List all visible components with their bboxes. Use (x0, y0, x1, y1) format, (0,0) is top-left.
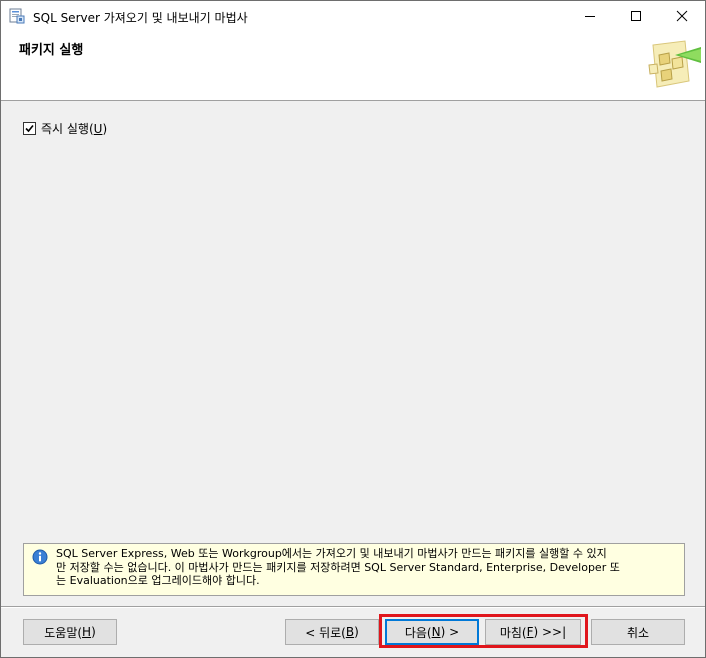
checkmark-icon (25, 124, 34, 133)
back-button[interactable]: < 뒤로(B) (285, 619, 379, 645)
help-button-label: 도움말( (44, 625, 83, 640)
run-immediately-label-text: 즉시 실행( (41, 122, 94, 136)
info-icon (32, 549, 48, 565)
wizard-window: SQL Server 가져오기 및 내보내기 마법사 패키지 실행 즉시 실행(… (0, 0, 706, 658)
back-button-suffix: ) (354, 625, 359, 639)
footer-separator (1, 606, 705, 608)
finish-button-suffix: ) >>| (533, 625, 567, 639)
run-immediately-label: 즉시 실행(U) (41, 120, 107, 137)
next-button-suffix: ) > (440, 625, 460, 639)
wizard-package-icon (648, 40, 701, 88)
sql-server-wizard-icon (9, 8, 25, 24)
back-button-label: < 뒤로( (305, 625, 346, 640)
back-accesskey: B (345, 625, 355, 639)
run-immediately-label-suffix: ) (102, 122, 108, 136)
info-line-3: 는 Evaluation으로 업그레이드해야 합니다. (56, 574, 260, 587)
next-button-label: 다음( (404, 625, 432, 640)
close-button[interactable] (659, 1, 705, 31)
info-line-1: SQL Server Express, Web 또는 Workgroup에서는 … (56, 547, 607, 560)
next-accesskey: N (431, 625, 441, 639)
finish-button-label: 마침( (499, 625, 527, 640)
cancel-button-label: 취소 (626, 625, 650, 640)
run-immediately-checkbox[interactable] (23, 122, 36, 135)
info-message-text: SQL Server Express, Web 또는 Workgroup에서는 … (56, 547, 680, 588)
maximize-button[interactable] (613, 1, 659, 31)
run-immediately-option[interactable]: 즉시 실행(U) (23, 120, 107, 137)
help-accesskey: H (82, 625, 92, 639)
window-title: SQL Server 가져오기 및 내보내기 마법사 (33, 11, 248, 25)
info-message-box: SQL Server Express, Web 또는 Workgroup에서는 … (23, 543, 685, 596)
info-line-2: 만 저장할 수는 없습니다. 이 마법사가 만드는 패키지를 저장하려면 SQL… (56, 560, 620, 574)
help-button-suffix: ) (91, 625, 96, 639)
maximize-icon (631, 11, 641, 21)
close-icon (676, 10, 688, 22)
wizard-header: 패키지 실행 (1, 31, 705, 101)
minimize-button[interactable] (567, 1, 613, 31)
help-button[interactable]: 도움말(H) (23, 619, 117, 645)
title-bar[interactable]: SQL Server 가져오기 및 내보내기 마법사 (1, 1, 705, 31)
minimize-icon (585, 16, 595, 17)
finish-accesskey: F (526, 625, 534, 639)
finish-button[interactable]: 마침(F) >>| (485, 619, 581, 645)
next-button[interactable]: 다음(N) > (385, 619, 479, 645)
cancel-button[interactable]: 취소 (591, 619, 685, 645)
page-title: 패키지 실행 (19, 43, 84, 58)
